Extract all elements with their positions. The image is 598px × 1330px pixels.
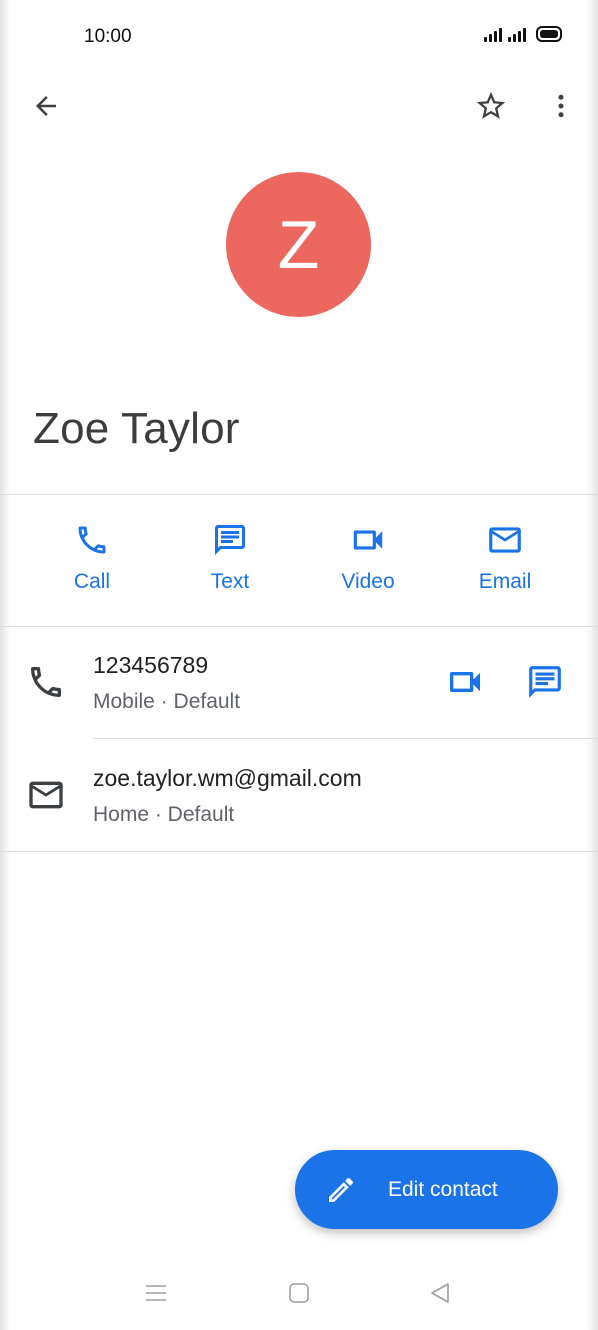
text-label: Text (210, 570, 250, 593)
edit-contact-label: Edit contact (388, 1177, 498, 1201)
status-time: 10:00 (84, 26, 132, 47)
status-icons (484, 26, 562, 42)
nav-menu-button[interactable] (136, 1276, 176, 1310)
phone-type: Mobile · Default (93, 690, 241, 713)
email-row[interactable]: zoe.taylor.wm@gmail.com Home · Default (0, 739, 598, 851)
more-options-button[interactable] (544, 84, 578, 128)
video-icon (353, 530, 383, 550)
more-vert-icon (558, 94, 564, 118)
text-button[interactable]: Text (170, 520, 290, 604)
favorite-button[interactable] (468, 84, 514, 128)
phone-row-icon-wrap (26, 662, 66, 707)
email-address: zoe.taylor.wm@gmail.com (93, 765, 362, 791)
phone-number: 123456789 (93, 652, 209, 678)
battery-icon (536, 26, 562, 42)
video-icon (450, 672, 480, 692)
email-icon (29, 781, 63, 809)
email-type: Home · Default (93, 803, 235, 826)
email-label: Email (478, 570, 532, 593)
home-icon (289, 1283, 309, 1303)
back-triangle-icon (431, 1283, 449, 1303)
contact-details-screen: 10:00 Z Zoe Taylor Call Text Video Email… (0, 0, 598, 1330)
phone-row[interactable]: 123456789 Mobile · Default (0, 626, 598, 738)
divider (0, 851, 598, 852)
divider (0, 494, 598, 495)
signal-icon (508, 26, 526, 42)
nav-back-button[interactable] (420, 1276, 460, 1310)
phone-icon (78, 526, 106, 554)
arrow-back-icon (36, 96, 56, 116)
nav-home-button[interactable] (279, 1276, 319, 1310)
video-call-number-button[interactable] (442, 660, 488, 704)
pencil-icon (325, 1174, 357, 1206)
call-label: Call (73, 570, 111, 593)
video-button[interactable]: Video (308, 520, 428, 604)
contact-name: Zoe Taylor (33, 404, 240, 453)
video-label: Video (341, 570, 395, 593)
phone-icon (31, 667, 61, 697)
email-icon (489, 527, 521, 553)
text-number-button[interactable] (522, 660, 568, 704)
message-icon (215, 525, 245, 555)
email-row-icon-wrap (26, 775, 66, 820)
star-outline-icon (476, 91, 506, 119)
call-button[interactable]: Call (32, 520, 152, 604)
edit-contact-button[interactable]: Edit contact (295, 1150, 558, 1229)
avatar: Z (226, 172, 371, 317)
back-button[interactable] (22, 84, 70, 128)
message-icon (529, 666, 561, 698)
email-button[interactable]: Email (445, 520, 565, 604)
menu-icon (146, 1285, 166, 1301)
signal-icon (484, 26, 502, 42)
